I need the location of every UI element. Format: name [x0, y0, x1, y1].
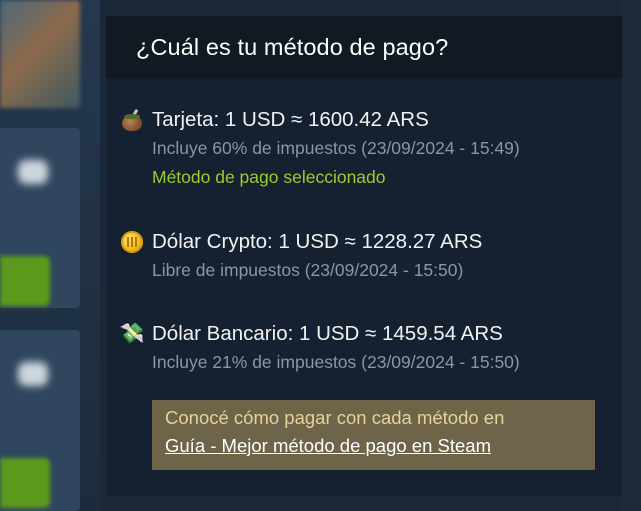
guide-info-box: Conocé cómo pagar con cada método en Guí…: [152, 400, 595, 470]
method-title: Dólar Bancario: 1 USD ≈ 1459.54 ARS: [152, 322, 503, 345]
background-thumbnail: [0, 0, 80, 108]
payment-method-dialog: ¿Cuál es tu método de pago? Tarjeta: 1 U…: [106, 16, 622, 496]
dialog-header: ¿Cuál es tu método de pago?: [106, 16, 622, 78]
background-blur-icon: [18, 160, 48, 184]
background-edge: [621, 0, 641, 511]
mate-icon: [120, 108, 144, 132]
method-title: Dólar Crypto: 1 USD ≈ 1228.27 ARS: [152, 230, 483, 253]
guide-link[interactable]: Guía - Mejor método de pago en Steam: [165, 435, 491, 457]
method-title: Tarjeta: 1 USD ≈ 1600.42 ARS: [152, 108, 429, 131]
background-blur-icon: [18, 362, 48, 386]
background-button: [0, 458, 50, 508]
method-subtitle: Incluye 21% de impuestos (23/09/2024 - 1…: [152, 352, 520, 372]
method-selected-status: Método de pago seleccionado: [152, 167, 386, 187]
dialog-title: ¿Cuál es tu método de pago?: [136, 33, 449, 60]
guide-info-text: Conocé cómo pagar con cada método en: [165, 407, 505, 428]
payment-method-bank[interactable]: 💸 Dólar Bancario: 1 USD ≈ 1459.54 ARS In…: [120, 320, 520, 373]
background-page: [0, 0, 100, 511]
method-subtitle: Incluye 60% de impuestos (23/09/2024 - 1…: [152, 138, 520, 158]
method-subtitle: Libre de impuestos (23/09/2024 - 15:50): [152, 260, 464, 280]
coin-icon: [120, 230, 144, 254]
money-with-wings-icon: 💸: [119, 323, 145, 345]
payment-method-crypto[interactable]: Dólar Crypto: 1 USD ≈ 1228.27 ARS Libre …: [120, 228, 482, 281]
background-button: [0, 256, 50, 306]
payment-method-card[interactable]: Tarjeta: 1 USD ≈ 1600.42 ARS Incluye 60%…: [120, 106, 520, 188]
